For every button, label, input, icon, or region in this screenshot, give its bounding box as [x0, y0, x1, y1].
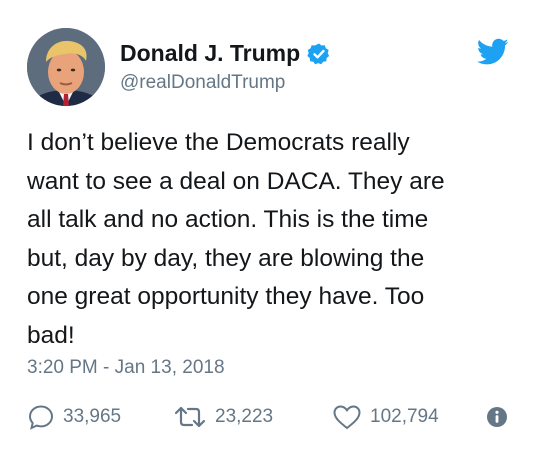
- retweet-button[interactable]: 23,223: [173, 402, 273, 432]
- reply-button[interactable]: 33,965: [27, 402, 121, 432]
- retweet-icon: [174, 406, 206, 428]
- like-count: 102,794: [370, 406, 439, 427]
- display-name[interactable]: Donald J. Trump: [120, 40, 331, 67]
- reply-count: 33,965: [63, 406, 122, 427]
- tweet-timestamp[interactable]: 3:20 PM - Jan 13, 2018: [27, 357, 225, 379]
- tweet-line: one great opportunity they have. Too: [27, 283, 425, 310]
- tweet-line: I don’t believe the Democrats really: [27, 129, 410, 156]
- retweet-count: 23,223: [215, 406, 274, 427]
- avatar-image: [27, 28, 105, 106]
- tweet-line: want to see a deal on DACA. They are: [27, 167, 445, 195]
- tweet-line: bad!: [27, 321, 75, 349]
- tweet-card: Donald J. Trump @realDonaldTrump I don’t…: [0, 0, 540, 454]
- verified-badge-icon: [307, 43, 330, 64]
- tweet-line: all talk and no action. This is the time: [27, 206, 429, 233]
- tweet-text: I don’t believe the Democrats really wan…: [27, 124, 517, 355]
- tweet-line: but, day by day, they are blowing the: [27, 244, 425, 272]
- user-handle[interactable]: @realDonaldTrump: [120, 72, 285, 94]
- action-bar: 33,965 23,223 102,794: [27, 402, 517, 432]
- reply-icon: [28, 405, 54, 430]
- info-icon[interactable]: [486, 406, 508, 428]
- heart-icon: [333, 405, 361, 430]
- display-name-text: Donald J. Trump: [120, 40, 301, 66]
- like-button[interactable]: 102,794: [332, 402, 439, 432]
- avatar[interactable]: [27, 28, 105, 106]
- twitter-bird-icon[interactable]: [477, 38, 509, 66]
